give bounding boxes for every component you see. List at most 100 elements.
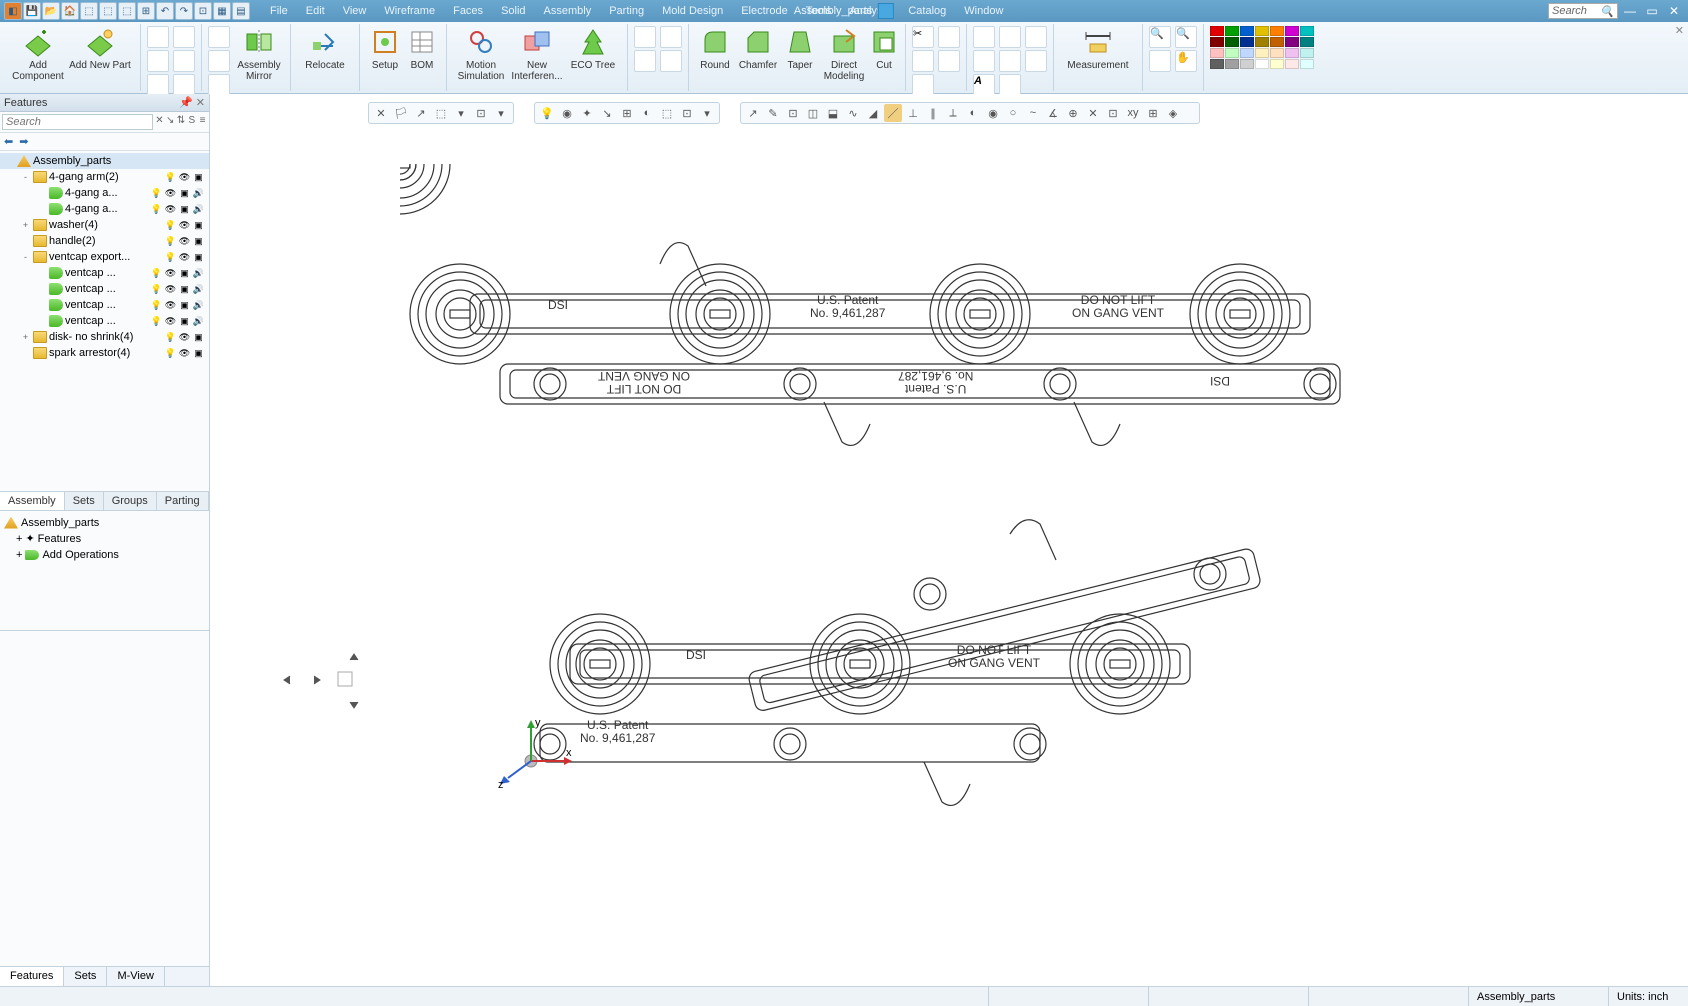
open-icon[interactable]: 📂 (42, 2, 60, 20)
filter-icon[interactable]: ↘ (166, 115, 175, 129)
ribbon-small-button[interactable] (1025, 50, 1047, 72)
assembly-mirror-button[interactable]: AssemblyMirror (234, 26, 284, 96)
expand-icon[interactable]: + (20, 332, 31, 342)
ribbon-small-button[interactable] (660, 26, 682, 48)
tb-btn[interactable]: ◉ (558, 104, 576, 122)
tree-row[interactable]: Assembly_parts (0, 153, 209, 169)
minimize-button[interactable]: — (1620, 3, 1640, 19)
filter-icon[interactable]: ⇅ (177, 115, 186, 129)
relocate-button[interactable]: Relocate (297, 26, 353, 71)
menu-parting[interactable]: Parting (601, 3, 652, 19)
expand-icon[interactable]: + (16, 549, 22, 561)
ribbon-small-button[interactable] (912, 50, 934, 72)
color-swatch[interactable] (1285, 48, 1299, 58)
tb-btn[interactable]: ⊡ (472, 104, 490, 122)
bulb-icon[interactable]: 💡 (164, 235, 177, 248)
ribbon-small-button[interactable] (1025, 26, 1047, 48)
box-icon[interactable]: ▣ (192, 235, 205, 248)
tb-btn[interactable]: ∡ (1044, 104, 1062, 122)
tb-btn[interactable]: ◐ (964, 104, 982, 122)
color-swatch[interactable] (1270, 26, 1284, 36)
box-icon[interactable]: ▣ (192, 171, 205, 184)
eye-icon[interactable]: 👁 (164, 267, 177, 280)
bulb-icon[interactable]: 💡 (164, 171, 177, 184)
tab-sets[interactable]: Sets (65, 492, 104, 510)
color-swatch[interactable] (1210, 26, 1224, 36)
ribbon-small-button[interactable] (147, 50, 169, 72)
ribbon-small-button[interactable] (208, 26, 230, 48)
tb-btn[interactable]: ⊞ (618, 104, 636, 122)
tb-btn[interactable]: ▾ (452, 104, 470, 122)
operations-tree[interactable]: Assembly_parts +✦Features +Add Operation… (0, 511, 209, 631)
ribbon-small-button[interactable] (147, 74, 169, 96)
tree-row[interactable]: -ventcap export...💡👁▣ (0, 249, 209, 265)
ribbon-small-button[interactable] (999, 26, 1021, 48)
color-swatch[interactable] (1225, 59, 1239, 69)
tb-btn[interactable]: ⟂ (944, 104, 962, 122)
bom-button[interactable]: BOM (404, 26, 440, 71)
app-icon[interactable]: ◧ (4, 2, 22, 20)
tb-btn[interactable]: ↗ (412, 104, 430, 122)
eye-icon[interactable]: 👁 (164, 187, 177, 200)
forward-icon[interactable]: ➡ (19, 135, 28, 148)
orientation-triad[interactable]: x y z (486, 716, 576, 806)
ribbon-small-button[interactable] (173, 50, 195, 72)
zoom-fit-icon[interactable]: 🔍 (1175, 26, 1197, 48)
tb-btn[interactable]: ⊥ (904, 104, 922, 122)
color-swatch[interactable] (1270, 48, 1284, 58)
qat-btn[interactable]: ⬚ (118, 2, 136, 20)
tab-parting[interactable]: Parting (157, 492, 209, 510)
eye-icon[interactable]: 👁 (178, 251, 191, 264)
bulb-icon[interactable]: 💡 (164, 331, 177, 344)
ribbon-small-button[interactable] (634, 26, 656, 48)
qat-btn[interactable]: ▤ (232, 2, 250, 20)
tb-btn[interactable]: ⬓ (824, 104, 842, 122)
tb-btn[interactable]: ✎ (764, 104, 782, 122)
ribbon-small-button[interactable] (660, 50, 682, 72)
box-icon[interactable]: ▣ (178, 187, 191, 200)
view-arrows[interactable] (280, 636, 380, 736)
ribbon-small-button[interactable] (938, 50, 960, 72)
bulb-icon[interactable]: 💡 (538, 104, 556, 122)
menu-edit[interactable]: Edit (298, 3, 333, 19)
back-icon[interactable]: ⬅ (4, 135, 13, 148)
qat-btn[interactable]: ⬚ (99, 2, 117, 20)
add-component-button[interactable]: AddComponent (10, 26, 66, 82)
redo-icon[interactable]: ↷ (175, 2, 193, 20)
menu-mold-design[interactable]: Mold Design (654, 3, 731, 19)
ribbon-small-button[interactable] (973, 26, 995, 48)
tb-btn[interactable]: ⊕ (1064, 104, 1082, 122)
color-swatch[interactable] (1255, 37, 1269, 47)
tb-btn[interactable]: ↘ (598, 104, 616, 122)
tb-btn[interactable]: ◉ (984, 104, 1002, 122)
color-swatch[interactable] (1210, 59, 1224, 69)
qat-btn[interactable]: ⬚ (80, 2, 98, 20)
tb-btn[interactable]: ▾ (492, 104, 510, 122)
tab-sets[interactable]: Sets (64, 967, 107, 986)
color-swatch[interactable] (1270, 37, 1284, 47)
bulb-icon[interactable]: 💡 (150, 267, 163, 280)
qat-btn[interactable]: ⊞ (137, 2, 155, 20)
undo-icon[interactable]: ↶ (156, 2, 174, 20)
expand-icon[interactable]: - (20, 172, 31, 182)
tb-btn[interactable]: ⊡ (678, 104, 696, 122)
setup-button[interactable]: Setup (366, 26, 404, 71)
ribbon-small-button[interactable] (999, 50, 1021, 72)
menu-window[interactable]: Window (956, 3, 1011, 19)
tb-btn[interactable]: ／ (884, 104, 902, 122)
color-swatch[interactable] (1240, 59, 1254, 69)
tree-row[interactable]: +washer(4)💡👁▣ (0, 217, 209, 233)
tb-btn[interactable]: ∥ (924, 104, 942, 122)
eye-icon[interactable]: 👁 (178, 347, 191, 360)
bulb-icon[interactable]: 💡 (150, 283, 163, 296)
eye-icon[interactable]: 👁 (178, 331, 191, 344)
tree-row[interactable]: ventcap ...💡👁▣🔊 (0, 313, 209, 329)
color-swatch[interactable] (1255, 59, 1269, 69)
tree-row[interactable]: ventcap ...💡👁▣🔊 (0, 281, 209, 297)
eye-icon[interactable]: 👁 (178, 235, 191, 248)
qat-btn[interactable]: ⊡ (194, 2, 212, 20)
eye-icon[interactable]: 👁 (164, 315, 177, 328)
color-palette[interactable] (1210, 26, 1314, 69)
tb-btn[interactable]: ∿ (844, 104, 862, 122)
eye-icon[interactable]: 👁 (164, 283, 177, 296)
